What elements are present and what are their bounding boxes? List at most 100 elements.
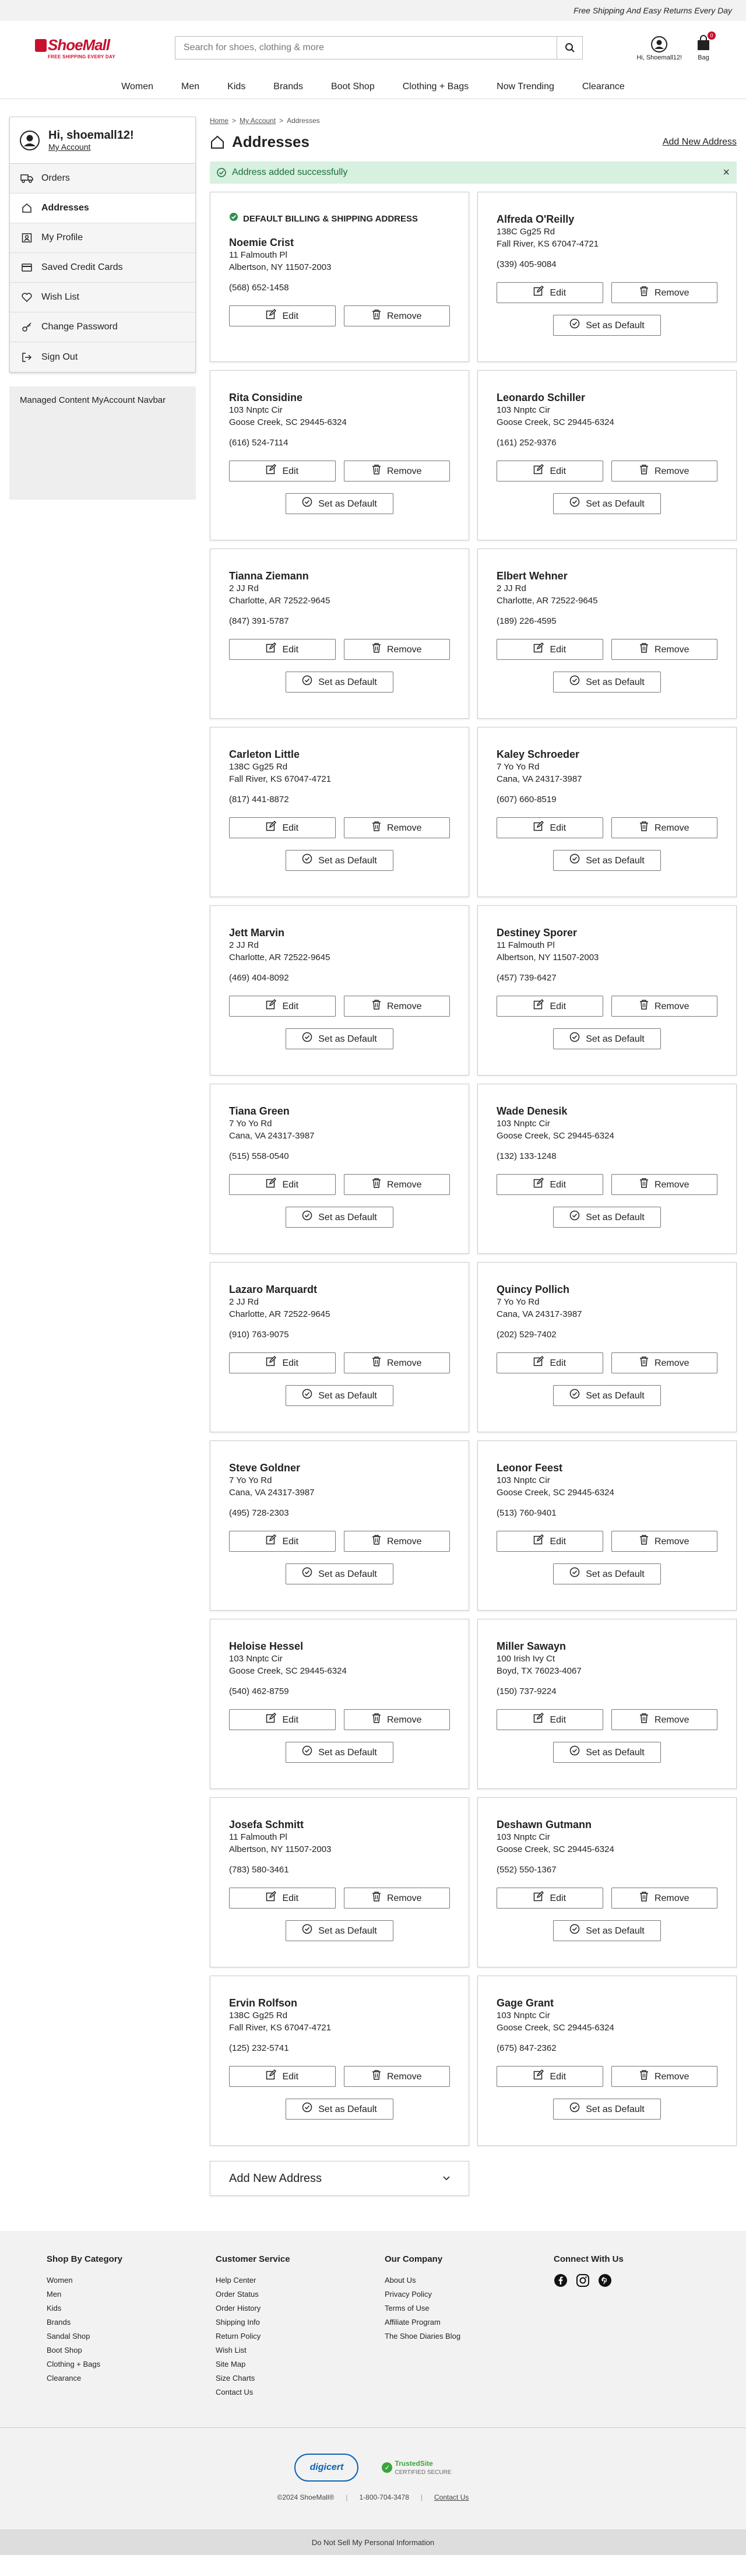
nav-item-kids[interactable]: Kids — [227, 82, 245, 92]
remove-button[interactable]: Remove — [611, 1174, 717, 1195]
remove-button[interactable]: Remove — [611, 2066, 717, 2087]
remove-button[interactable]: Remove — [611, 1709, 717, 1730]
footer-link[interactable]: Boot Shop — [47, 2343, 216, 2357]
footer-link[interactable]: About Us — [385, 2273, 554, 2287]
remove-button[interactable]: Remove — [343, 1709, 450, 1730]
set-as-default-button[interactable]: Set as Default — [553, 1563, 661, 1584]
remove-button[interactable]: Remove — [343, 461, 450, 482]
edit-button[interactable]: Edit — [497, 1352, 603, 1373]
nav-item-clothing-bags[interactable]: Clothing + Bags — [403, 82, 469, 92]
edit-button[interactable]: Edit — [229, 1531, 336, 1552]
facebook-icon[interactable] — [554, 2273, 568, 2287]
remove-button[interactable]: Remove — [343, 1352, 450, 1373]
set-as-default-button[interactable]: Set as Default — [286, 1563, 393, 1584]
add-new-address-accordion[interactable]: Add New Address — [210, 2161, 469, 2196]
instagram-icon[interactable] — [576, 2273, 590, 2287]
nav-item-women[interactable]: Women — [121, 82, 153, 92]
footer-link[interactable]: Wish List — [216, 2343, 385, 2357]
set-as-default-button[interactable]: Set as Default — [286, 1385, 393, 1406]
digicert-seal[interactable]: digicert — [294, 2454, 359, 2482]
remove-button[interactable]: Remove — [611, 461, 717, 482]
edit-button[interactable]: Edit — [497, 2066, 603, 2087]
do-not-sell-link[interactable]: Do Not Sell My Personal Information — [0, 2529, 746, 2555]
remove-button[interactable]: Remove — [343, 1531, 450, 1552]
edit-button[interactable]: Edit — [229, 639, 336, 660]
footer-link[interactable]: Site Map — [216, 2357, 385, 2371]
remove-button[interactable]: Remove — [343, 2066, 450, 2087]
set-as-default-button[interactable]: Set as Default — [286, 1920, 393, 1941]
sidebar-item-orders[interactable]: Orders — [10, 164, 195, 194]
edit-button[interactable]: Edit — [497, 1709, 603, 1730]
set-as-default-button[interactable]: Set as Default — [553, 2099, 661, 2120]
edit-button[interactable]: Edit — [497, 1888, 603, 1909]
shoemall-logo[interactable]: ShoeMall FREE SHIPPING EVERY DAY — [35, 36, 128, 59]
edit-button[interactable]: Edit — [229, 996, 336, 1017]
nav-item-boot-shop[interactable]: Boot Shop — [331, 82, 375, 92]
footer-link[interactable]: Return Policy — [216, 2329, 385, 2343]
sidebar-item-sign-out[interactable]: Sign Out — [10, 342, 195, 372]
footer-link[interactable]: Women — [47, 2273, 216, 2287]
set-as-default-button[interactable]: Set as Default — [286, 1742, 393, 1763]
remove-button[interactable]: Remove — [611, 996, 717, 1017]
footer-link[interactable]: Affiliate Program — [385, 2315, 554, 2329]
footer-link[interactable]: Size Charts — [216, 2371, 385, 2385]
set-as-default-button[interactable]: Set as Default — [286, 672, 393, 693]
edit-button[interactable]: Edit — [497, 1531, 603, 1552]
footer-link[interactable]: Men — [47, 2287, 216, 2301]
footer-link[interactable]: Clothing + Bags — [47, 2357, 216, 2371]
footer-link[interactable]: Privacy Policy — [385, 2287, 554, 2301]
edit-button[interactable]: Edit — [497, 996, 603, 1017]
set-as-default-button[interactable]: Set as Default — [553, 850, 661, 871]
remove-button[interactable]: Remove — [343, 1174, 450, 1195]
remove-button[interactable]: Remove — [611, 282, 717, 303]
footer-link[interactable]: Sandal Shop — [47, 2329, 216, 2343]
nav-item-men[interactable]: Men — [181, 82, 199, 92]
remove-button[interactable]: Remove — [343, 639, 450, 660]
remove-button[interactable]: Remove — [343, 996, 450, 1017]
set-as-default-button[interactable]: Set as Default — [553, 1385, 661, 1406]
contact-us-link[interactable]: Contact Us — [434, 2493, 469, 2501]
remove-button[interactable]: Remove — [343, 305, 450, 326]
set-as-default-button[interactable]: Set as Default — [286, 850, 393, 871]
phone-number[interactable]: 1-800-704-3478 — [359, 2493, 409, 2501]
set-as-default-button[interactable]: Set as Default — [553, 1742, 661, 1763]
set-as-default-button[interactable]: Set as Default — [553, 315, 661, 336]
breadcrumb-my-account[interactable]: My Account — [240, 117, 276, 125]
edit-button[interactable]: Edit — [229, 305, 336, 326]
footer-link[interactable]: Order Status — [216, 2287, 385, 2301]
footer-link[interactable]: Brands — [47, 2315, 216, 2329]
remove-button[interactable]: Remove — [611, 817, 717, 838]
nav-item-brands[interactable]: Brands — [273, 82, 303, 92]
sidebar-item-change-password[interactable]: Change Password — [10, 312, 195, 342]
my-account-link[interactable]: My Account — [48, 142, 134, 152]
edit-button[interactable]: Edit — [497, 282, 603, 303]
edit-button[interactable]: Edit — [229, 1352, 336, 1373]
account-link[interactable]: Hi, Shoemall12! — [636, 36, 682, 61]
edit-button[interactable]: Edit — [229, 1174, 336, 1195]
close-icon[interactable]: × — [723, 166, 730, 180]
edit-button[interactable]: Edit — [229, 461, 336, 482]
set-as-default-button[interactable]: Set as Default — [553, 672, 661, 693]
edit-button[interactable]: Edit — [497, 461, 603, 482]
edit-button[interactable]: Edit — [497, 1174, 603, 1195]
edit-button[interactable]: Edit — [229, 1888, 336, 1909]
set-as-default-button[interactable]: Set as Default — [553, 1028, 661, 1049]
sidebar-item-saved-credit-cards[interactable]: Saved Credit Cards — [10, 253, 195, 283]
footer-link[interactable]: Help Center — [216, 2273, 385, 2287]
edit-button[interactable]: Edit — [229, 817, 336, 838]
breadcrumb-home[interactable]: Home — [210, 117, 228, 125]
sidebar-item-my-profile[interactable]: My Profile — [10, 223, 195, 253]
add-new-address-link[interactable]: Add New Address — [663, 137, 737, 147]
footer-link[interactable]: Contact Us — [216, 2385, 385, 2399]
footer-link[interactable]: Shipping Info — [216, 2315, 385, 2329]
sidebar-item-addresses[interactable]: Addresses — [10, 194, 195, 223]
footer-link[interactable]: Terms of Use — [385, 2301, 554, 2315]
footer-link[interactable]: Order History — [216, 2301, 385, 2315]
remove-button[interactable]: Remove — [611, 1352, 717, 1373]
nav-item-clearance[interactable]: Clearance — [582, 82, 625, 92]
remove-button[interactable]: Remove — [611, 1531, 717, 1552]
pinterest-icon[interactable] — [598, 2273, 612, 2287]
set-as-default-button[interactable]: Set as Default — [286, 1028, 393, 1049]
set-as-default-button[interactable]: Set as Default — [553, 493, 661, 514]
edit-button[interactable]: Edit — [229, 2066, 336, 2087]
